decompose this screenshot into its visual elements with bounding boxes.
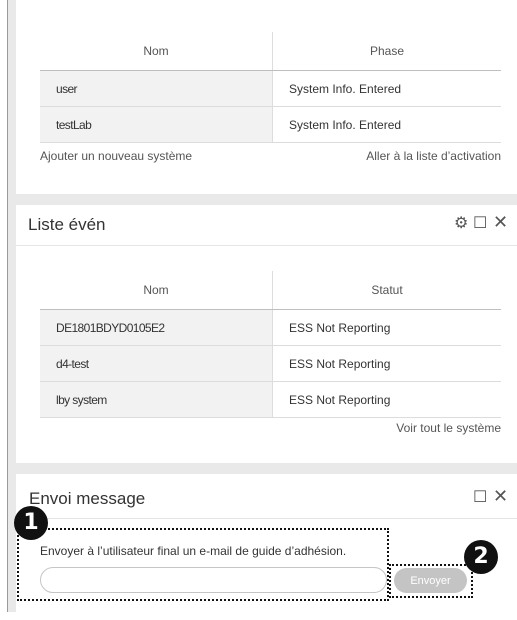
- column-header-phase[interactable]: Phase: [272, 32, 501, 71]
- add-system-link[interactable]: Ajouter un nouveau système: [40, 149, 192, 163]
- events-table: Nom Statut DE1801BDYD0105E2 ESS Not Repo…: [40, 271, 501, 418]
- table-row[interactable]: lby system ESS Not Reporting: [40, 381, 501, 418]
- system-phase-cell: System Info. Entered: [272, 106, 501, 143]
- table-header-row: Nom Statut: [40, 271, 501, 310]
- column-header-nom[interactable]: Nom: [40, 32, 273, 71]
- column-header-statut[interactable]: Statut: [272, 271, 501, 310]
- system-name-cell[interactable]: testLab: [40, 106, 273, 143]
- close-icon[interactable]: ✕: [493, 212, 508, 233]
- gear-icon[interactable]: ⚙: [454, 213, 468, 233]
- events-panel-header: Liste évén ⚙ ☐ ✕: [16, 205, 517, 246]
- callout-marker-1: 1: [14, 506, 48, 540]
- message-panel-title: Envoi message: [29, 489, 146, 508]
- message-description: Envoyer à l’utilisateur final un e-mail …: [40, 544, 347, 558]
- column-header-nom[interactable]: Nom: [40, 271, 273, 310]
- systems-panel: Nom Phase user System Info. Entered test…: [16, 0, 517, 194]
- callout-marker-2: 2: [464, 540, 498, 574]
- system-phase-cell: System Info. Entered: [272, 70, 501, 107]
- view-all-systems-link[interactable]: Voir tout le système: [396, 421, 501, 435]
- message-panel-header: Envoi message ☐ ✕: [16, 474, 517, 519]
- event-status-cell: ESS Not Reporting: [272, 345, 501, 382]
- event-name-cell[interactable]: lby system: [40, 381, 273, 418]
- event-name-cell[interactable]: DE1801BDYD0105E2: [40, 309, 273, 346]
- event-status-cell: ESS Not Reporting: [272, 309, 501, 346]
- activation-list-link[interactable]: Aller à la liste d’activation: [366, 149, 501, 163]
- email-input[interactable]: [40, 567, 387, 593]
- table-row[interactable]: d4-test ESS Not Reporting: [40, 345, 501, 382]
- events-panel: Liste évén ⚙ ☐ ✕ Nom Statut DE1801BDYD01…: [16, 205, 517, 463]
- system-name-cell[interactable]: user: [40, 70, 273, 107]
- table-row[interactable]: user System Info. Entered: [40, 70, 501, 107]
- event-status-cell: ESS Not Reporting: [272, 381, 501, 418]
- event-name-cell[interactable]: d4-test: [40, 345, 273, 382]
- maximize-icon[interactable]: ☐: [473, 487, 487, 507]
- events-panel-title: Liste évén: [28, 215, 106, 234]
- table-row[interactable]: testLab System Info. Entered: [40, 106, 501, 143]
- maximize-icon[interactable]: ☐: [473, 213, 487, 233]
- table-header-row: Nom Phase: [40, 32, 501, 71]
- systems-table: Nom Phase user System Info. Entered test…: [40, 32, 501, 143]
- table-row[interactable]: DE1801BDYD0105E2 ESS Not Reporting: [40, 309, 501, 346]
- send-button[interactable]: Envoyer: [394, 568, 467, 593]
- close-icon[interactable]: ✕: [493, 486, 508, 507]
